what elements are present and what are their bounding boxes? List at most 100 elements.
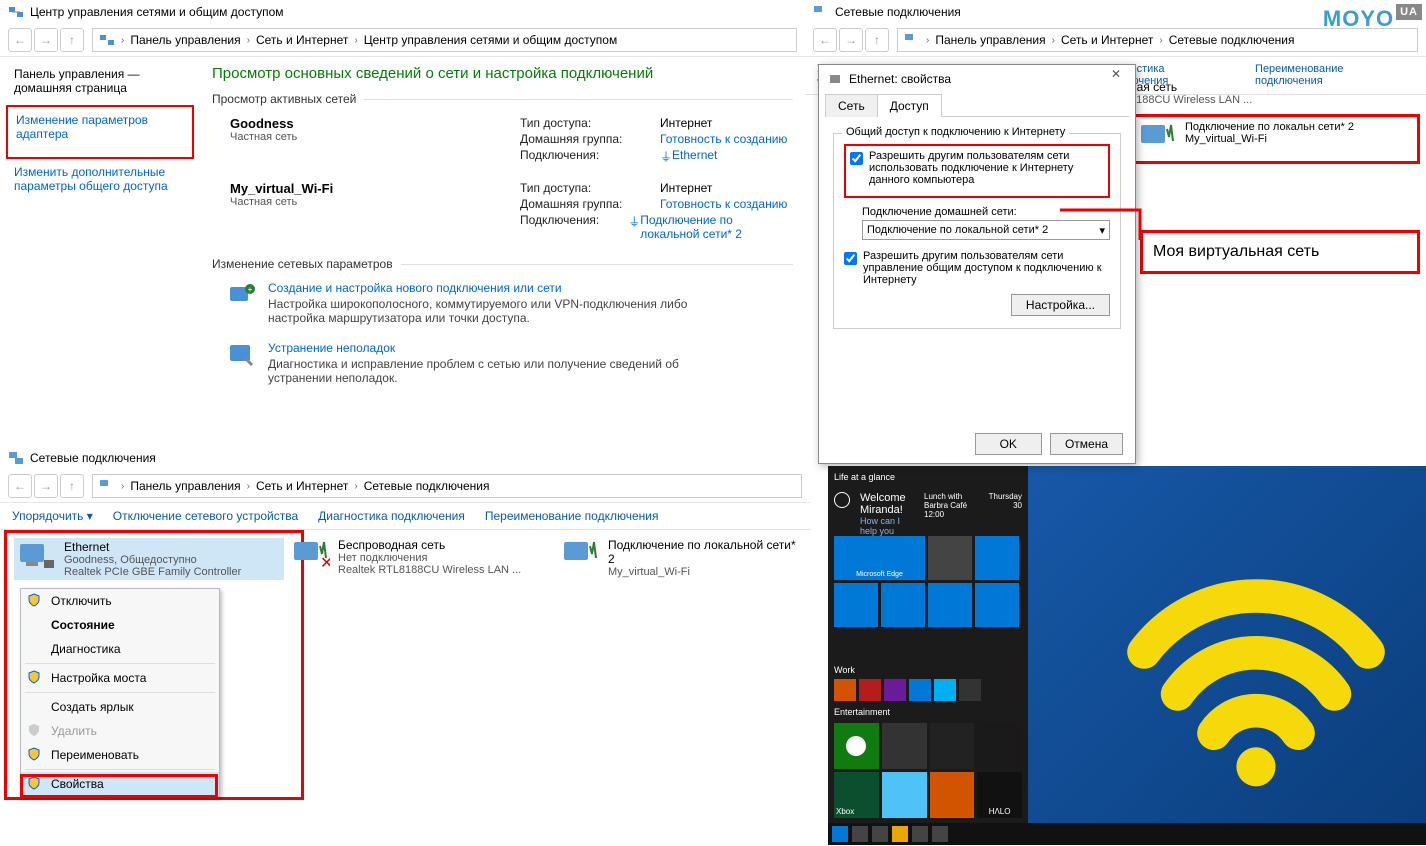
tab-access[interactable]: Доступ <box>877 94 942 117</box>
shield-icon <box>27 593 41 607</box>
homegroup-link[interactable]: Готовность к созданию <box>660 132 787 146</box>
tile-xbox[interactable]: Xbox <box>834 772 879 818</box>
tile[interactable] <box>881 583 925 627</box>
task-troubleshoot[interactable]: Устранение неполадок <box>268 341 395 355</box>
ctx-disable[interactable]: Отключить <box>21 589 219 613</box>
tile[interactable] <box>859 679 881 701</box>
crumb[interactable]: Панель управления <box>130 33 240 47</box>
ctx-rename[interactable]: Переименовать <box>21 743 219 767</box>
ctx-diagnostics[interactable]: Диагностика <box>21 637 219 661</box>
toolbar-rename[interactable]: Переименование подключения <box>485 509 659 523</box>
window-title: Сетевые подключения <box>30 451 156 465</box>
connection-wireless[interactable]: ная сеть 8188CU Wireless LAN ... <box>1130 80 1400 106</box>
sidebar-home[interactable]: Панель управления — домашняя страница <box>14 67 186 95</box>
ctx-delete: Удалить <box>21 719 219 743</box>
network-connections-icon <box>99 478 115 494</box>
connection-wireless[interactable]: ✕ Беспроводная сеть Нет подключения Real… <box>290 538 560 576</box>
tile[interactable] <box>909 679 931 701</box>
sidebar-adapter-settings[interactable]: Изменение параметров адаптера <box>16 113 184 141</box>
crumb[interactable]: Центр управления сетями и общим доступом <box>364 33 618 47</box>
ethernet-properties-dialog: Ethernet: свойства ✕ Сеть Доступ Общий д… <box>818 64 1136 464</box>
svg-text:+: + <box>248 285 253 294</box>
taskbar-explorer[interactable] <box>892 826 908 842</box>
network-center-icon <box>99 32 115 48</box>
tile-store[interactable] <box>975 583 1019 627</box>
connection-ethernet[interactable]: Ethernet Goodness, Общедоступно Realtek … <box>14 538 284 580</box>
close-button[interactable]: ✕ <box>1101 67 1131 89</box>
window-title: Центр управления сетями и общим доступом <box>30 5 284 19</box>
task-new-connection[interactable]: Создание и настройка нового подключения … <box>268 281 562 295</box>
tile-photos[interactable] <box>928 536 972 580</box>
cortana-icon <box>834 492 850 508</box>
troubleshoot-icon <box>228 341 256 369</box>
toolbar-diagnose[interactable]: Диагностика подключения <box>318 509 465 523</box>
ethernet-icon: ⏚ <box>628 213 640 241</box>
ethernet-adapter-icon <box>16 540 56 576</box>
ctx-shortcut[interactable]: Создать ярлык <box>21 695 219 719</box>
checkbox-allow-sharing[interactable] <box>850 152 863 165</box>
tile[interactable] <box>834 583 878 627</box>
taskbar-taskview[interactable] <box>872 826 888 842</box>
brand-logo: MOYOUA <box>1323 6 1422 32</box>
tile[interactable] <box>930 772 975 818</box>
tile[interactable] <box>930 723 975 769</box>
tile-edge[interactable]: Microsoft Edge <box>834 536 925 580</box>
toolbar-organize[interactable]: Упорядочить ▾ <box>12 509 93 523</box>
nav-forward[interactable]: → <box>34 28 58 52</box>
nav-forward[interactable]: → <box>34 474 58 498</box>
crumb[interactable]: Сеть и Интернет <box>256 33 348 47</box>
connection-link[interactable]: Ethernet <box>672 148 717 165</box>
nav-back[interactable]: ← <box>8 28 32 52</box>
tab-network[interactable]: Сеть <box>825 94 878 117</box>
ctx-status[interactable]: Состояние <box>21 613 219 637</box>
tile-office[interactable] <box>834 679 856 701</box>
tile[interactable] <box>882 723 927 769</box>
nav-forward[interactable]: → <box>839 28 863 52</box>
taskbar-search[interactable] <box>852 826 868 842</box>
dialog-title: Ethernet: свойства <box>849 72 951 86</box>
cancel-button[interactable]: Отмена <box>1050 433 1123 455</box>
ctx-bridge[interactable]: Настройка моста <box>21 666 219 690</box>
ok-button[interactable]: OK <box>975 433 1042 455</box>
homegroup-link[interactable]: Готовность к созданию <box>660 197 787 211</box>
taskbar-store[interactable] <box>932 826 948 842</box>
tile-onenote[interactable] <box>884 679 906 701</box>
tile[interactable] <box>977 723 1022 769</box>
connection-link[interactable]: Подключение по локальной сети* 2 <box>640 213 793 241</box>
nav-back[interactable]: ← <box>8 474 32 498</box>
nav-up[interactable]: ↑ <box>60 474 84 498</box>
task-desc: Диагностика и исправление проблем с сеть… <box>268 357 738 385</box>
start-button[interactable] <box>832 826 848 842</box>
settings-button[interactable]: Настройка... <box>1011 294 1110 316</box>
ethernet-adapter-icon <box>1137 121 1177 157</box>
shield-icon <box>27 723 41 737</box>
breadcrumb[interactable]: › Панель управления › Сеть и Интернет › … <box>92 474 802 498</box>
checkbox-allow-control[interactable] <box>844 252 857 265</box>
task-desc: Настройка широкополосного, коммутируемог… <box>268 297 738 325</box>
toolbar-disable[interactable]: Отключение сетевого устройства <box>113 509 298 523</box>
nav-back[interactable]: ← <box>813 28 837 52</box>
ethernet-adapter-icon <box>560 538 600 574</box>
tile-xbox[interactable] <box>834 723 879 769</box>
annotation-label: Моя виртуальная сеть <box>1140 230 1420 274</box>
tile[interactable] <box>882 772 927 818</box>
nav-up[interactable]: ↑ <box>60 28 84 52</box>
network-connections-icon <box>8 450 24 466</box>
network-center-icon <box>8 4 24 20</box>
connection-local2[interactable]: Подключение по локальной сети* 2 My_virt… <box>560 538 800 578</box>
tile-halo[interactable]: HΛLO <box>977 772 1022 818</box>
context-menu: Отключить Состояние Диагностика Настройк… <box>20 588 220 797</box>
breadcrumb[interactable]: › Панель управления › Сеть и Интернет › … <box>92 28 797 52</box>
sidebar-sharing-settings[interactable]: Изменить дополнительные параметры общего… <box>14 165 186 193</box>
nav-up[interactable]: ↑ <box>865 28 889 52</box>
tile-skype[interactable] <box>934 679 956 701</box>
wifi-adapter-icon: ✕ <box>290 538 330 574</box>
window-title: Сетевые подключения <box>835 5 961 19</box>
tile-mail[interactable] <box>975 536 1019 580</box>
taskbar-edge[interactable] <box>912 826 928 842</box>
tile[interactable] <box>959 679 981 701</box>
highlight-box <box>20 774 218 798</box>
ethernet-icon <box>827 71 843 87</box>
network-name: Goodness <box>230 116 520 131</box>
tile[interactable] <box>928 583 972 627</box>
